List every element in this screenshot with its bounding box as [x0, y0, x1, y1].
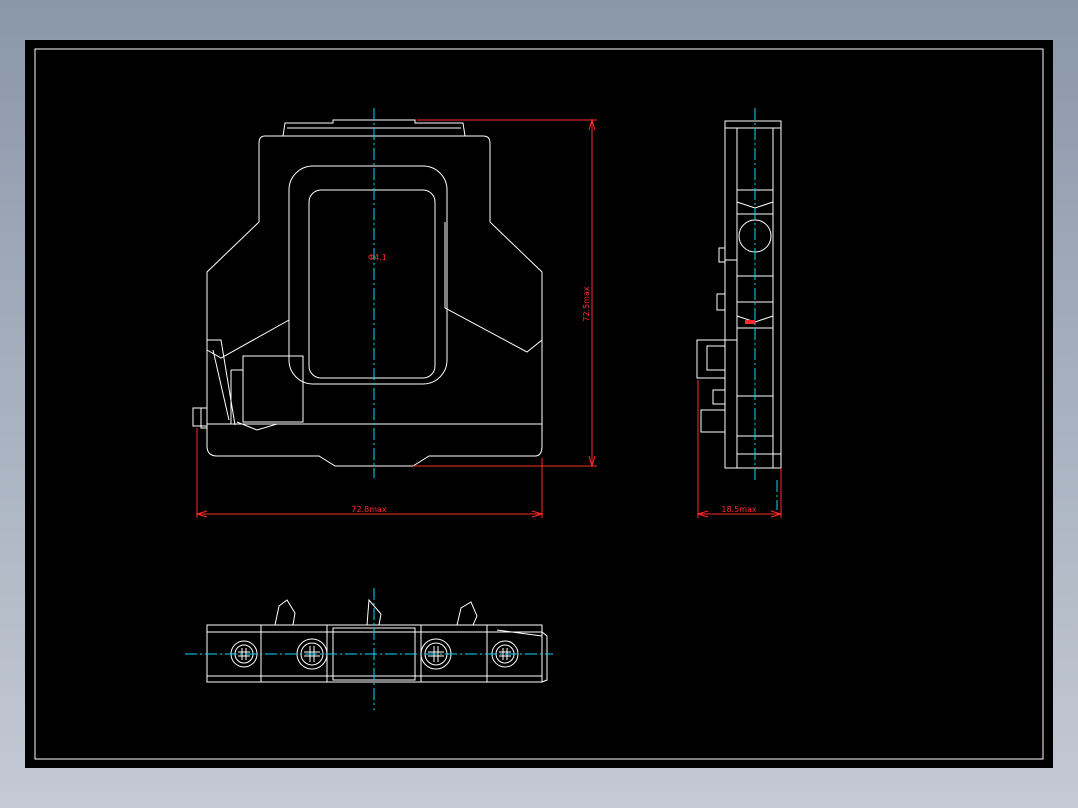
cad-drawing: Φ4.1 72.5max 72.8max 18.5max — [34, 48, 1044, 760]
front-view — [192, 119, 543, 467]
depth-dimension — [696, 380, 783, 518]
depth-dimension-label: 18.5max — [721, 505, 757, 514]
side-view — [696, 120, 782, 469]
drawing-frame — [34, 48, 1044, 760]
side-view-centerline — [754, 108, 778, 510]
center-mark-label: Φ4.1 — [368, 253, 387, 262]
height-dimension — [413, 118, 597, 468]
height-dimension-label: 72.5max — [582, 286, 591, 322]
cad-viewport[interactable]: Φ4.1 72.5max 72.8max 18.5max — [25, 40, 1053, 768]
width-dimension-label: 72.8max — [351, 505, 387, 514]
bottom-view — [206, 598, 548, 683]
